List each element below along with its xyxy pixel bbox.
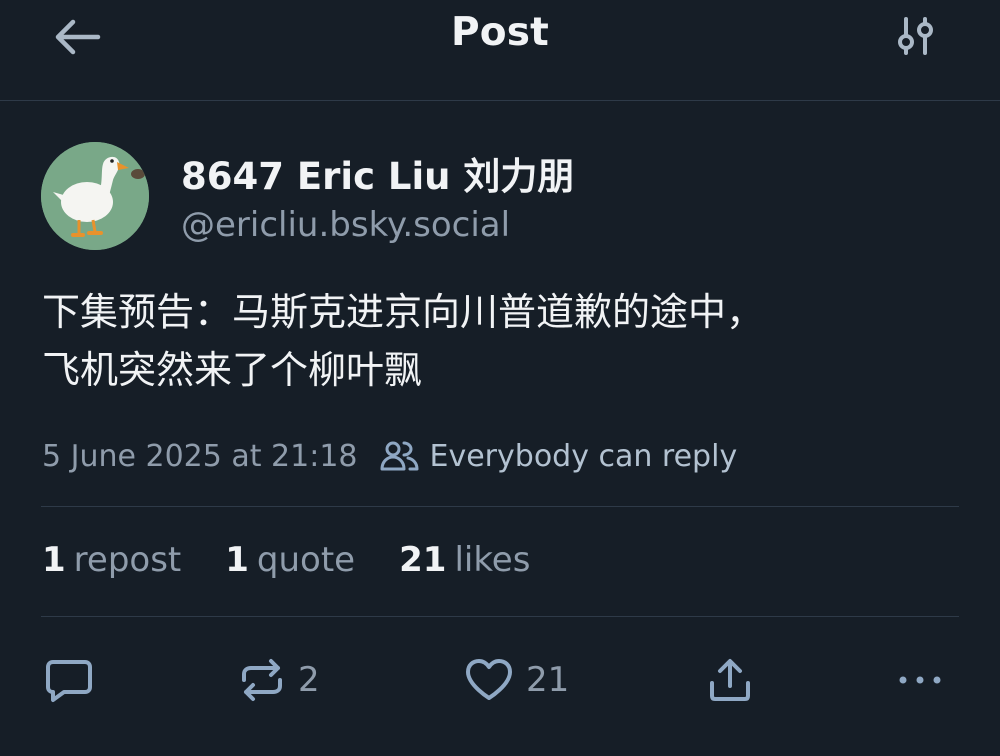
like-button[interactable]: 21 (464, 652, 569, 708)
likes-count: 21 (399, 540, 447, 580)
people-icon (380, 441, 419, 471)
quotes-count: 1 (225, 540, 249, 580)
sliders-icon (898, 17, 933, 55)
reply-button[interactable] (44, 652, 94, 708)
like-count: 21 (526, 660, 570, 700)
post-page: Post 8647 Eric Liu 刘力朋 @ericliu.bsky.soc… (0, 0, 1000, 756)
post-timestamp: 5 June 2025 at 21:18 (42, 438, 358, 474)
likes-label: likes (454, 540, 531, 580)
more-options-button[interactable] (896, 652, 944, 708)
repost-icon (242, 659, 282, 701)
quotes-stat[interactable]: 1 quote (225, 540, 355, 580)
comment-icon (46, 660, 92, 702)
divider (41, 506, 959, 507)
quotes-label: quote (256, 540, 356, 580)
repost-button[interactable]: 2 (238, 652, 320, 708)
post-meta: 5 June 2025 at 21:18 Everybody can reply (42, 434, 737, 478)
likes-stat[interactable]: 21 likes (399, 540, 530, 580)
reposts-stat[interactable]: 1 repost (42, 540, 181, 580)
reply-setting[interactable]: Everybody can reply (380, 438, 738, 474)
ellipsis-icon (899, 676, 941, 684)
heart-icon (466, 659, 512, 700)
reply-setting-label: Everybody can reply (429, 438, 738, 474)
avatar[interactable] (41, 142, 149, 250)
repost-count: 2 (298, 660, 320, 700)
reposts-label: repost (73, 540, 182, 580)
thread-settings-button[interactable] (890, 12, 942, 60)
author-handle[interactable]: @ericliu.bsky.social (181, 205, 510, 245)
share-button[interactable] (706, 652, 754, 708)
post-text: 下集预告：马斯克进京向川普道歉的途中， 飞机突然来了个柳叶飘 (42, 283, 972, 399)
author-display-name[interactable]: 8647 Eric Liu 刘力朋 (181, 146, 574, 200)
divider (41, 616, 959, 617)
page-title: Post (450, 10, 550, 55)
post-text-line: 下集预告：马斯克进京向川普道歉的途中， (42, 290, 765, 334)
goose-avatar-icon (41, 142, 149, 250)
header-bar: Post (0, 0, 1000, 101)
reposts-count: 1 (42, 540, 66, 580)
engagement-stats: 1 repost 1 quote 21 likes (42, 540, 530, 580)
post-text-line: 飞机突然来了个柳叶飘 (42, 348, 423, 392)
share-icon (710, 659, 750, 701)
